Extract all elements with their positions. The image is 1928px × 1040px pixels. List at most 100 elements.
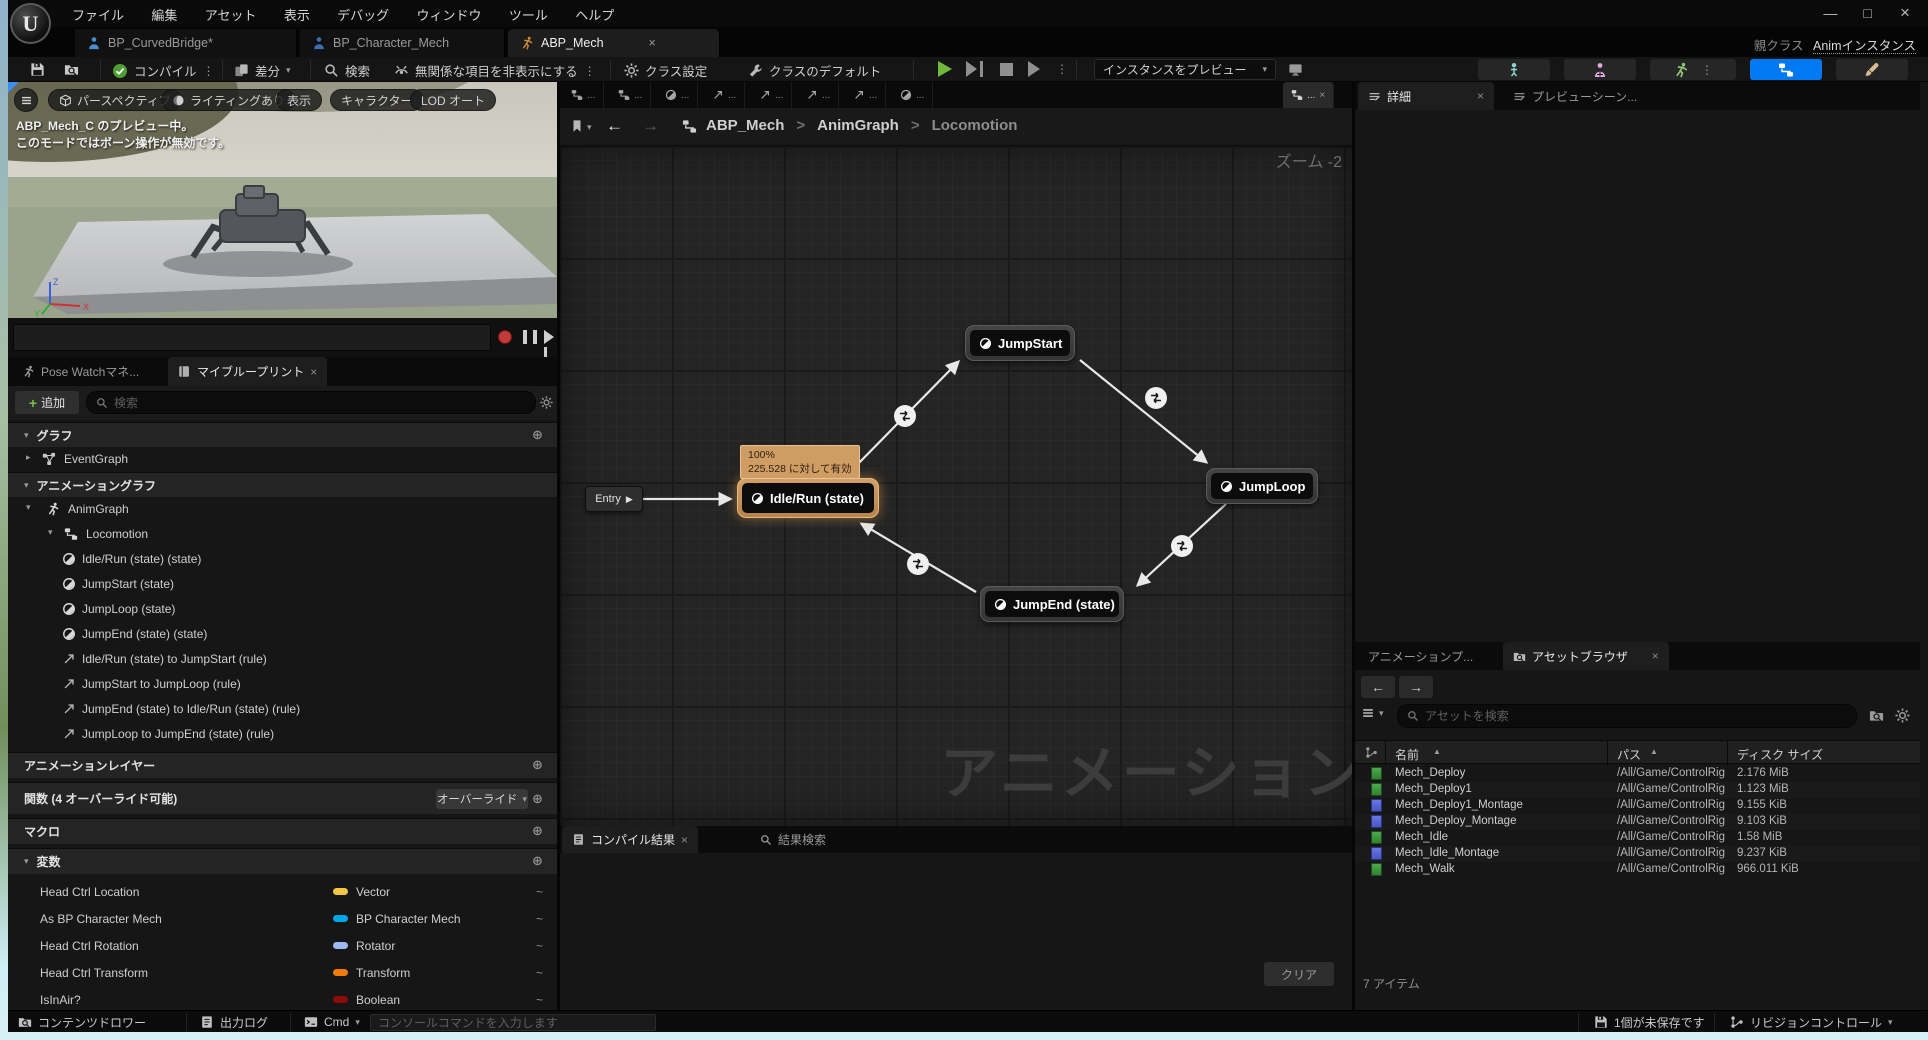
menu-asset[interactable]: アセット [193,0,269,29]
state-node-jumploop[interactable]: JumpLoop [1206,468,1318,504]
play-options-icon[interactable]: ⋮ [1056,62,1068,76]
tab-compile-results[interactable]: コンパイル結果 × [562,826,699,853]
variable-watch-icon[interactable]: ~ [536,993,543,1007]
console-command-input[interactable] [378,1015,648,1030]
pause-button[interactable] [523,330,538,347]
breadcrumb-animgraph[interactable]: AnimGraph [817,117,899,134]
section-macros[interactable]: マクロ ⊕ [8,818,557,844]
section-graphs[interactable]: ▾ グラフ ⊕ [8,422,557,447]
close-tab-icon[interactable]: × [1319,90,1325,101]
graph-doc-tab-2[interactable]: ... [610,82,652,108]
bookmark-icon[interactable] [570,119,584,133]
asset-row[interactable]: Mech_Deploy /All/Game/ControlRig 2.176 M… [1355,766,1920,782]
asset-row[interactable]: Mech_Walk /All/Game/ControlRig 966.011 K… [1355,862,1920,878]
asset-row[interactable]: Mech_Deploy1 /All/Game/ControlRig 1.123 … [1355,782,1920,798]
myblueprint-search[interactable] [86,391,536,414]
variable-watch-icon[interactable]: ~ [536,912,543,926]
tree-item-rule-jumploop-to-jumpend[interactable]: JumpLoop to JumpEnd (state) (rule) [8,722,557,747]
stop-button[interactable] [1000,63,1013,76]
browser-back-button[interactable]: ← [1361,676,1395,698]
state-node-jumpend[interactable]: JumpEnd (state) [980,586,1124,622]
browse-asset-icon[interactable] [64,62,79,77]
browser-settings-gear-icon[interactable] [1895,708,1910,723]
persona-skeleton-button[interactable] [1478,59,1550,80]
menu-help[interactable]: ヘルプ [563,0,626,29]
output-log-button[interactable]: 出力ログ [200,1011,268,1033]
variable-watch-icon[interactable]: ~ [536,939,543,953]
tree-item-state-jumpend[interactable]: JumpEnd (state) (state) [8,622,557,647]
compile-button[interactable]: コンパイル ⋮ [112,61,215,80]
tab-details[interactable]: 詳細 × [1358,82,1495,110]
tab-bp-curvedbridge[interactable]: BP_CurvedBridge* [75,29,297,57]
asset-row[interactable]: Mech_Idle_Montage /All/Game/ControlRig 9… [1355,846,1920,862]
tab-pose-watch-manager[interactable]: Pose Watchマネ... [12,357,149,386]
state-machine-graph-canvas[interactable]: ズーム -2 アニメーション Entry ▶ 100% 225.528 に対して… [560,146,1352,826]
menu-file[interactable]: ファイル [60,0,136,29]
column-path[interactable]: パス [1617,746,1641,763]
section-functions[interactable]: 関数 (4 オーバーライド可能) オーバーライド ▾ ⊕ [8,782,557,814]
console-command-field[interactable] [370,1014,656,1031]
expand-arrow-icon[interactable]: ▸ [26,452,31,463]
menu-tools[interactable]: ツール [497,0,560,29]
variable-row-headctrltransform[interactable]: Head Ctrl Transform Transform ~ [8,959,557,986]
bookmark-dropdown-icon[interactable]: ▾ [587,122,592,133]
graph-doc-tab-1[interactable]: ... [563,82,605,108]
tab-preview-scene[interactable]: プレビューシーン... [1503,82,1647,110]
persona-animation-button[interactable]: ⋮ [1650,59,1736,80]
play-button[interactable] [938,61,952,77]
step-in-button[interactable] [966,61,984,80]
tree-item-state-jumploop[interactable]: JumpLoop (state) [8,597,557,622]
add-variable-icon[interactable]: ⊕ [532,853,543,869]
close-tab-icon[interactable]: × [310,365,317,379]
graph-doc-tab-8[interactable]: ... [892,82,934,108]
entry-output-pin-icon[interactable]: ▶ [626,494,633,505]
graph-doc-tab-active-locomotion[interactable]: ... × [1283,82,1335,108]
tree-item-state-jumpstart[interactable]: JumpStart (state) [8,572,557,597]
hide-unrelated-button[interactable]: 無関係な項目を非表示にする ⋮ [394,61,596,80]
viewport-menu-button[interactable] [14,88,38,112]
preview-viewport[interactable]: Z X Y パースペクティブ ライティングあり 表示 キャラクター LOD オー… [8,82,557,318]
menu-view[interactable]: 表示 [272,0,322,29]
settings-gear-icon[interactable] [540,396,553,409]
clear-button[interactable]: クリア [1264,962,1334,986]
hide-unrelated-options-icon[interactable]: ⋮ [584,64,596,78]
graph-doc-tab-6[interactable]: ... [798,82,840,108]
menu-window[interactable]: ウィンドウ [405,0,494,29]
persona-paint-button[interactable] [1836,59,1908,80]
maximize-button[interactable]: □ [1851,5,1885,21]
tree-item-rule-jumpend-to-idle[interactable]: JumpEnd (state) to Idle/Run (state) (rul… [8,697,557,722]
find-button[interactable]: 検索 [324,61,370,80]
close-tab-icon[interactable]: × [1652,649,1659,663]
tab-asset-browser[interactable]: アセットブラウザ × [1503,642,1669,670]
tree-item-locomotion[interactable]: ▾ Locomotion [8,522,557,547]
tab-abp-mech[interactable]: ABP_Mech × [508,29,720,57]
asset-row[interactable]: Mech_Deploy1_Montage /All/Game/ControlRi… [1355,798,1920,814]
parent-class-link[interactable]: Animインスタンス [1813,39,1916,54]
close-tab-icon[interactable]: × [649,36,656,50]
state-node-jumpstart[interactable]: JumpStart [965,325,1075,361]
menu-edit[interactable]: 編集 [139,0,189,29]
tree-item-eventgraph[interactable]: ▸ EventGraph [8,447,557,472]
preview-instance-dropdown[interactable]: インスタンスをプレビュー ▾ [1094,59,1276,80]
asset-row[interactable]: Mech_Idle /All/Game/ControlRig 1.58 MiB [1355,830,1920,846]
graph-doc-tab-7[interactable]: ... [845,82,887,108]
tab-my-blueprint[interactable]: マイブループリント × [168,357,328,386]
expand-arrow-icon[interactable]: ▾ [48,527,53,538]
tab-animation-preview[interactable]: アニメーションプ... [1358,642,1483,670]
frame-skip-button[interactable] [1028,61,1040,77]
menu-debug[interactable]: デバッグ [325,0,401,29]
revision-control-button[interactable]: リビジョンコントロール ▾ [1730,1011,1893,1033]
content-drawer-button[interactable]: コンテンツドロワー [18,1011,146,1033]
folder-picker-icon[interactable] [1869,708,1884,723]
close-tab-icon[interactable]: × [681,833,688,847]
graph-doc-tab-5[interactable]: ... [751,82,793,108]
animation-options-icon[interactable]: ⋮ [1701,63,1713,77]
diff-button[interactable]: 差分 ▾ [234,61,291,80]
minimize-button[interactable]: — [1813,5,1847,21]
record-button[interactable] [498,330,512,344]
section-animation-graphs[interactable]: ▾ アニメーショングラフ [8,472,557,497]
asset-search-input[interactable] [1425,709,1847,723]
graph-doc-tab-4[interactable]: ... [704,82,746,108]
entry-node[interactable]: Entry ▶ [585,486,643,512]
asset-type-column-icon[interactable] [1365,746,1378,759]
